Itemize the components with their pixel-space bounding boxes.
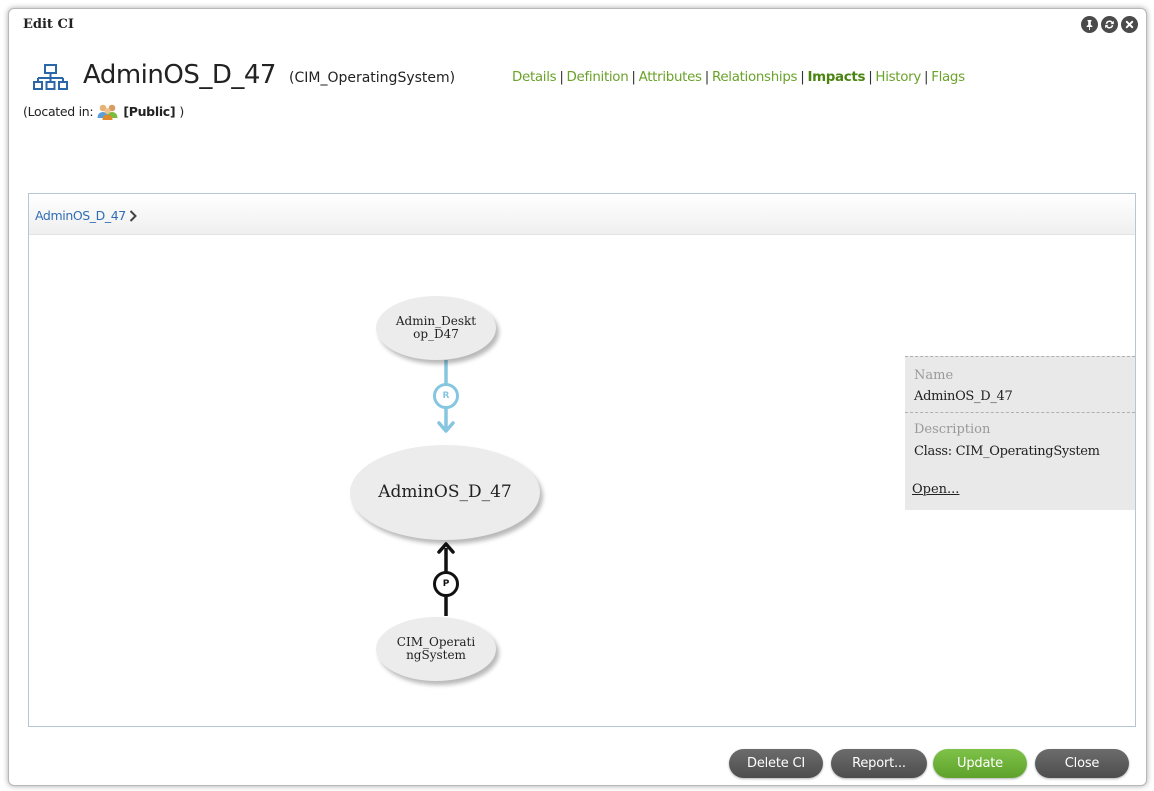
close-icon[interactable] <box>1121 16 1138 33</box>
description-label: Description <box>914 422 991 437</box>
located-value[interactable]: [Public] <box>123 104 175 119</box>
window-controls <box>1081 16 1138 33</box>
tab-history[interactable]: History <box>875 70 921 85</box>
description-value: Class: CIM_OperatingSystem <box>914 444 1100 459</box>
tab-separator: | <box>559 70 564 85</box>
users-group-icon <box>97 104 118 120</box>
node-label: CIM_OperatingSystem <box>396 635 476 662</box>
node-label: Admin_Desktop_D47 <box>395 314 477 341</box>
edge-label-r: R <box>442 391 450 401</box>
impact-node-child[interactable]: CIM_OperatingSystem <box>376 617 496 681</box>
breadcrumb[interactable]: AdminOS_D_47 <box>35 208 137 223</box>
located-prefix: (Located in: <box>23 104 94 119</box>
open-link[interactable]: Open... <box>912 482 959 497</box>
divider <box>905 356 1135 357</box>
edit-ci-dialog: Edit CI AdminOS_D_47 (CIM_OperatingSyste… <box>8 8 1147 786</box>
impacts-toolbar: AdminOS_D_47 <box>29 194 1135 235</box>
section-tabs: Details | Definition | Attributes | Relationsh… <box>512 70 965 85</box>
edge-label-p: P <box>442 579 450 589</box>
node-label: AdminOS_D_47 <box>378 481 512 502</box>
pin-icon[interactable] <box>1081 16 1098 33</box>
impact-node-current[interactable]: AdminOS_D_47 <box>350 445 540 540</box>
update-button[interactable]: Update <box>933 749 1027 778</box>
tab-separator: | <box>704 70 710 85</box>
tab-definition[interactable]: Definition <box>567 70 629 85</box>
divider <box>905 412 1135 413</box>
name-label: Name <box>914 368 954 383</box>
located-suffix: ) <box>179 104 184 119</box>
tab-details[interactable]: Details <box>512 70 557 85</box>
breadcrumb-item[interactable]: AdminOS_D_47 <box>35 208 126 223</box>
tab-separator: | <box>923 70 929 85</box>
node-details-popup: Name AdminOS_D_47 Description Class: CIM… <box>905 356 1135 510</box>
refresh-icon[interactable] <box>1101 16 1118 33</box>
chevron-right-icon <box>129 209 137 222</box>
close-button[interactable]: Close <box>1035 749 1129 778</box>
impacts-panel: AdminOS_D_47 R P Admin_Desktop_D47 Admin… <box>28 193 1136 727</box>
ci-name: AdminOS_D_47 <box>83 60 276 90</box>
title-bar: Edit CI <box>9 9 1146 39</box>
name-value: AdminOS_D_47 <box>914 389 1013 404</box>
impact-node-parent[interactable]: Admin_Desktop_D47 <box>376 296 496 360</box>
dialog-title: Edit CI <box>23 17 74 32</box>
hierarchy-icon <box>33 64 68 90</box>
tab-separator: | <box>631 70 636 85</box>
tab-attributes[interactable]: Attributes <box>639 70 702 85</box>
location-line: (Located in: [Public]) <box>23 103 184 120</box>
ci-class: (CIM_OperatingSystem) <box>289 70 456 86</box>
delete-ci-button[interactable]: Delete CI <box>729 749 823 778</box>
tab-flags[interactable]: Flags <box>931 70 965 85</box>
tab-relationships[interactable]: Relationships <box>712 70 798 85</box>
tab-impacts[interactable]: Impacts <box>807 70 865 85</box>
tab-separator: | <box>868 70 873 85</box>
tab-separator: | <box>800 70 805 85</box>
report-button[interactable]: Report... <box>831 749 927 778</box>
